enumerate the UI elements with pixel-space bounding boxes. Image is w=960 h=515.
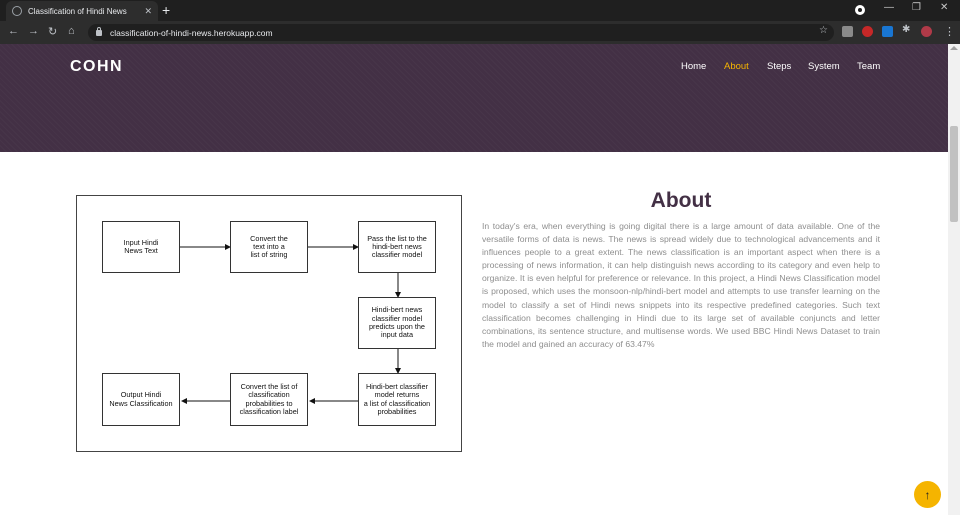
menu-icon[interactable]: ⋮ — [944, 25, 955, 38]
profile-avatar[interactable] — [921, 26, 932, 37]
nav-steps[interactable]: Steps — [767, 61, 791, 72]
record-icon[interactable] — [855, 5, 865, 15]
flow-box-output: Output Hindi News Classification — [102, 373, 180, 426]
close-tab-icon[interactable]: ✕ — [144, 6, 152, 17]
restore-button[interactable]: ❐ — [912, 2, 921, 13]
puzzle-icon[interactable]: ✱ — [902, 24, 913, 35]
about-paragraph: In today's era, when everything is going… — [482, 221, 880, 349]
flow-box-predict: Hindi-bert news classifier model predict… — [358, 297, 436, 349]
forward-button[interactable]: → — [28, 25, 39, 37]
flow-box-pass-list: Pass the list to the hindi-bert news cla… — [358, 221, 436, 273]
browser-tab-bar: Classification of Hindi News ✕ + — ❐ ✕ — [0, 0, 960, 21]
flow-box-convert-text: Convert the text into a list of string — [230, 221, 308, 273]
browser-tab[interactable]: Classification of Hindi News ✕ — [6, 1, 158, 21]
scrollbar-thumb[interactable] — [950, 126, 958, 222]
about-heading: About — [650, 189, 712, 212]
lock-icon — [96, 26, 102, 36]
back-to-top-button[interactable]: ↑ — [914, 481, 941, 508]
tab-title: Classification of Hindi News — [28, 6, 127, 16]
scroll-up-arrow-icon[interactable] — [950, 46, 958, 50]
nav-system[interactable]: System — [808, 61, 840, 72]
globe-icon — [12, 6, 22, 16]
bookmark-star-icon[interactable]: ☆ — [819, 25, 828, 36]
new-tab-button[interactable]: + — [162, 2, 170, 18]
page-scrollbar[interactable] — [948, 44, 960, 515]
url-text: classification-of-hindi-news.herokuapp.c… — [110, 27, 273, 38]
nav-team[interactable]: Team — [857, 61, 880, 72]
flow-box-probabilities: Hindi-bert classifier model returns a li… — [358, 373, 436, 426]
site-header: COHN Home About Steps System Team — [0, 44, 948, 152]
close-window-button[interactable]: ✕ — [940, 2, 948, 13]
nav-home[interactable]: Home — [681, 61, 706, 72]
brand-logo[interactable]: COHN — [70, 58, 123, 76]
nav-about[interactable]: About — [724, 61, 749, 72]
extension-icon[interactable] — [842, 26, 853, 37]
bitwarden-icon[interactable] — [882, 26, 893, 37]
address-bar[interactable]: classification-of-hindi-news.herokuapp.c… — [88, 24, 834, 41]
minimize-button[interactable]: — — [884, 2, 894, 13]
reload-button[interactable]: ↻ — [48, 25, 57, 38]
browser-toolbar: ← → ↻ ⌂ classification-of-hindi-news.her… — [0, 21, 960, 44]
flow-box-convert-label: Convert the list of classification proba… — [230, 373, 308, 426]
home-button[interactable]: ⌂ — [68, 25, 75, 37]
ublock-icon[interactable] — [862, 26, 873, 37]
flow-box-input: Input Hindi News Text — [102, 221, 180, 273]
back-button[interactable]: ← — [8, 25, 19, 37]
process-flow-diagram: Input Hindi News Text Convert the text i… — [76, 195, 462, 452]
